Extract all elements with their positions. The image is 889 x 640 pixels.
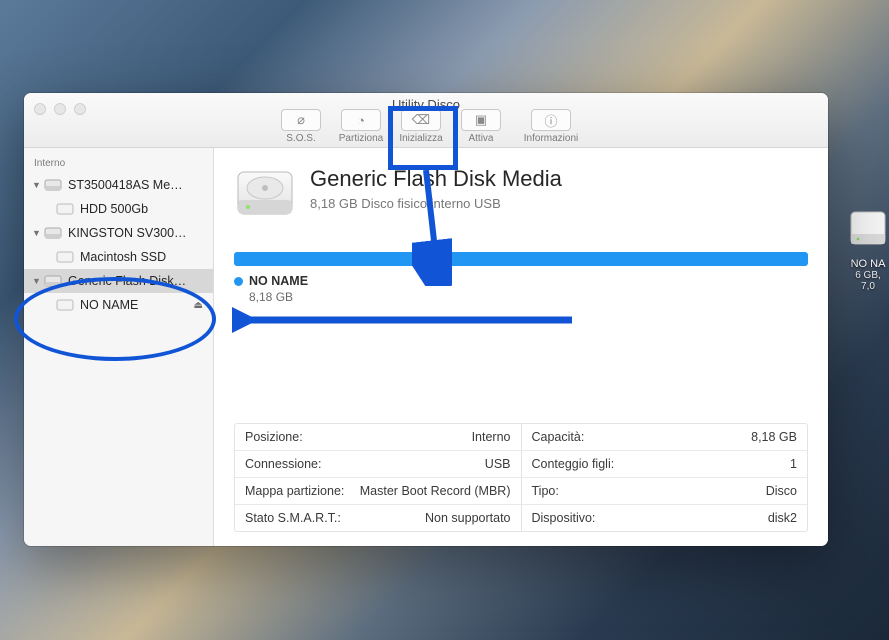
sidebar-disk-0[interactable]: ▼ ST3500418AS Me… bbox=[24, 173, 213, 197]
volume-icon bbox=[56, 298, 74, 312]
partition-button[interactable]: ◔ Partiziona bbox=[331, 109, 391, 144]
main-content: Generic Flash Disk Media 8,18 GB Disco f… bbox=[214, 148, 828, 546]
window-titlebar[interactable]: Utility Disco ⌀ S.O.S. ◔ Partiziona ⌫ In… bbox=[24, 93, 828, 148]
desktop-drive-sub: 6 GB, 7,0 bbox=[847, 270, 889, 292]
disk-subtitle: 8,18 GB Disco fisico interno USB bbox=[310, 196, 562, 211]
table-row: Connessione:USB bbox=[235, 451, 521, 478]
disk-large-icon bbox=[234, 166, 296, 222]
info-table: Posizione:Interno Connessione:USB Mappa … bbox=[234, 423, 808, 532]
volume-icon bbox=[56, 250, 74, 264]
disk-utility-window: Utility Disco ⌀ S.O.S. ◔ Partiziona ⌫ In… bbox=[24, 93, 828, 546]
info-col-right: Capacità:8,18 GB Conteggio figli:1 Tipo:… bbox=[522, 424, 808, 531]
internal-disk-icon bbox=[44, 274, 62, 288]
desktop-drive-name: NO NA bbox=[847, 258, 889, 270]
erase-icon: ⌫ bbox=[412, 112, 430, 128]
legend-label: NO NAME bbox=[249, 274, 308, 288]
disk-title: Generic Flash Disk Media bbox=[310, 166, 562, 192]
table-row: Conteggio figli:1 bbox=[522, 451, 808, 478]
sidebar-volume-0[interactable]: HDD 500Gb bbox=[24, 197, 213, 221]
legend-dot-icon bbox=[234, 277, 243, 286]
table-row: Mappa partizione:Master Boot Record (MBR… bbox=[235, 478, 521, 505]
sidebar-disk-1[interactable]: ▼ KINGSTON SV300… bbox=[24, 221, 213, 245]
sidebar: Interno ▼ ST3500418AS Me… HDD 500Gb ▼ bbox=[24, 148, 214, 546]
desktop-drive-icon[interactable]: NO NA 6 GB, 7,0 bbox=[847, 206, 889, 292]
disclosure-triangle-icon[interactable]: ▼ bbox=[32, 228, 42, 238]
sidebar-volume-1[interactable]: Macintosh SSD bbox=[24, 245, 213, 269]
disclosure-triangle-icon[interactable]: ▼ bbox=[32, 180, 42, 190]
eject-icon[interactable]: ⏏ bbox=[194, 300, 203, 311]
table-row: Tipo:Disco bbox=[522, 478, 808, 505]
internal-disk-icon bbox=[44, 178, 62, 192]
sidebar-section-header: Interno bbox=[24, 154, 213, 173]
desktop-background: NO NA 6 GB, 7,0 Utility Disco ⌀ S.O.S. ◔… bbox=[0, 0, 889, 640]
legend-size: 8,18 GB bbox=[249, 290, 808, 304]
info-button[interactable]: ⓘ Informazioni bbox=[521, 109, 581, 144]
sos-button[interactable]: ⌀ S.O.S. bbox=[271, 109, 331, 144]
mount-button[interactable]: ▣ Attiva bbox=[451, 109, 511, 144]
sidebar-disk-2[interactable]: ▼ Generic Flash Disk… bbox=[24, 269, 213, 293]
info-col-left: Posizione:Interno Connessione:USB Mappa … bbox=[235, 424, 522, 531]
usage-legend: NO NAME bbox=[234, 274, 808, 288]
info-icon: ⓘ bbox=[544, 111, 557, 130]
toolbar: ⌀ S.O.S. ◔ Partiziona ⌫ Inizializza ▣ At… bbox=[24, 109, 828, 144]
volume-icon bbox=[56, 202, 74, 216]
stethoscope-icon: ⌀ bbox=[297, 112, 305, 128]
pie-icon: ◔ bbox=[357, 113, 365, 128]
mount-icon: ▣ bbox=[475, 112, 487, 128]
sidebar-volume-2[interactable]: NO NAME ⏏ bbox=[24, 293, 213, 317]
table-row: Dispositivo:disk2 bbox=[522, 505, 808, 531]
usage-bar bbox=[234, 252, 808, 266]
disclosure-triangle-icon[interactable]: ▼ bbox=[32, 276, 42, 286]
table-row: Capacità:8,18 GB bbox=[522, 424, 808, 451]
erase-button[interactable]: ⌫ Inizializza bbox=[391, 109, 451, 144]
table-row: Stato S.M.A.R.T.:Non supportato bbox=[235, 505, 521, 531]
table-row: Posizione:Interno bbox=[235, 424, 521, 451]
internal-disk-icon bbox=[44, 226, 62, 240]
